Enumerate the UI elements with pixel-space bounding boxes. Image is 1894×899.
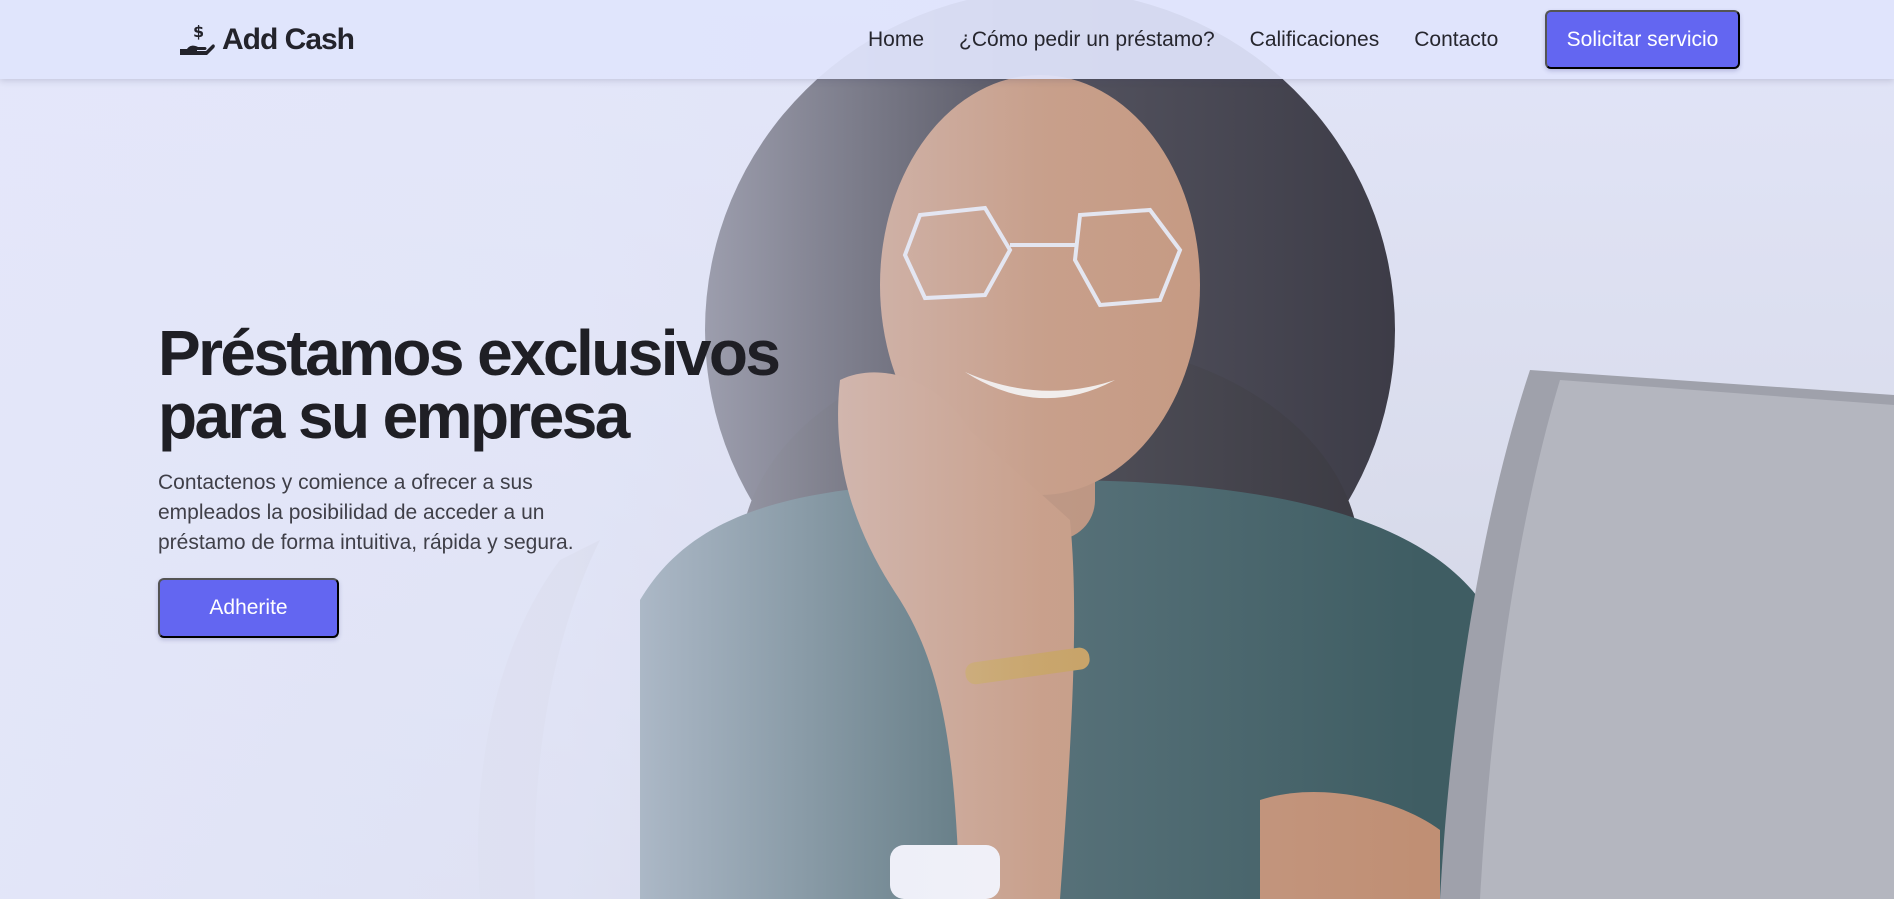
request-service-button[interactable]: Solicitar servicio [1545, 10, 1740, 69]
join-button[interactable]: Adherite [158, 578, 339, 638]
hero-section: Préstamos exclusivos para su empresa Con… [158, 321, 798, 638]
hero-subtitle: Contactenos y comience a ofrecer a sus e… [158, 471, 574, 554]
hero-title: Préstamos exclusivos para su empresa [158, 321, 798, 448]
nav-link-home[interactable]: Home [868, 28, 924, 52]
hero-title-line-2: para su empresa [158, 380, 630, 452]
top-navbar: $ Add Cash Home ¿Cómo pedir un préstamo?… [0, 0, 1894, 79]
nav-link-ratings[interactable]: Calificaciones [1250, 28, 1380, 52]
nav-link-contact[interactable]: Contacto [1414, 28, 1498, 52]
brand-name: Add Cash [222, 23, 355, 56]
brand-logo-link[interactable]: $ Add Cash [178, 20, 355, 60]
hand-dollar-icon: $ [178, 21, 216, 59]
hero-title-line-1: Préstamos exclusivos [158, 317, 781, 389]
nav-link-how-to-request-loan[interactable]: ¿Cómo pedir un préstamo? [959, 28, 1215, 52]
main-navigation: Home ¿Cómo pedir un préstamo? Calificaci… [868, 0, 1533, 79]
svg-text:$: $ [193, 22, 204, 41]
